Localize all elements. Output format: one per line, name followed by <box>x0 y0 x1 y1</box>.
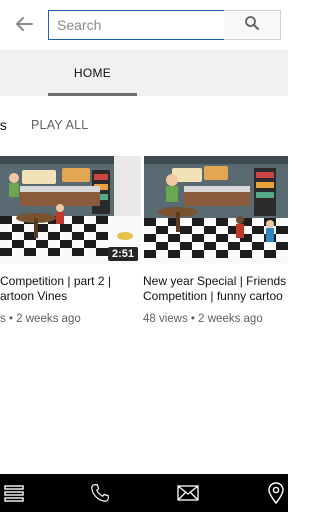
video-title-line: artoon Vines <box>0 289 68 303</box>
play-all-button[interactable]: PLAY ALL <box>31 118 88 132</box>
search-icon <box>244 15 260 36</box>
top-header <box>0 0 288 50</box>
video-thumbnail[interactable] <box>144 156 288 264</box>
video-title-line: Competition | funny cartoo <box>143 289 283 303</box>
video-title[interactable]: New year Special | Friends Competition |… <box>143 274 288 304</box>
location-pin-icon[interactable] <box>262 474 290 512</box>
video-title[interactable]: Competition | part 2 | artoon Vines <box>0 274 141 304</box>
phone-icon[interactable] <box>86 474 114 512</box>
channel-tab-bar: HOME <box>0 50 288 96</box>
arrow-left-icon[interactable] <box>12 12 36 36</box>
mail-icon[interactable] <box>174 474 202 512</box>
search-button[interactable] <box>224 10 281 40</box>
video-title-line: New year Special | Friends <box>143 274 287 288</box>
video-thumbnail[interactable]: 2:51 <box>0 156 141 264</box>
tab-home[interactable]: HOME <box>48 50 137 96</box>
video-card[interactable]: 2:51 Competition | part 2 | artoon Vines… <box>0 156 141 325</box>
search-input[interactable] <box>48 10 225 40</box>
video-title-line: Competition | part 2 | <box>0 274 111 288</box>
video-card[interactable]: New year Special | Friends Competition |… <box>143 156 288 325</box>
video-meta: 48 views • 2 weeks ago <box>143 313 263 325</box>
section-title: ds <box>0 117 7 133</box>
menu-icon[interactable] <box>0 474 28 512</box>
video-meta: s • 2 weeks ago <box>0 313 81 325</box>
bottom-nav-bar <box>0 474 288 512</box>
duration-badge: 2:51 <box>107 247 138 261</box>
